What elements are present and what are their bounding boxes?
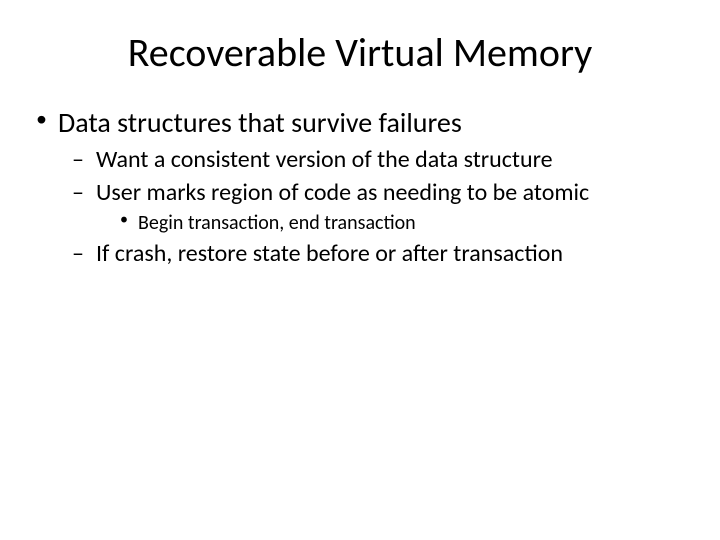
- list-item: Data structures that survive failures Wa…: [30, 105, 690, 270]
- bullet-list-level3: Begin transaction, end transaction: [118, 210, 690, 236]
- bullet-list-level2: Want a consistent version of the data st…: [72, 144, 690, 270]
- list-item: If crash, restore state before or after …: [72, 238, 690, 269]
- list-item: Begin transaction, end transaction: [118, 210, 690, 236]
- bullet-list-level1: Data structures that survive failures Wa…: [30, 105, 690, 270]
- list-item: Want a consistent version of the data st…: [72, 144, 690, 175]
- bullet-text: User marks region of code as needing to …: [96, 178, 589, 207]
- bullet-text: Data structures that survive failures: [58, 105, 462, 140]
- list-item: User marks region of code as needing to …: [72, 177, 690, 236]
- bullet-text: If crash, restore state before or after …: [96, 239, 563, 268]
- bullet-text: Begin transaction, end transaction: [138, 211, 416, 235]
- slide: Recoverable Virtual Memory Data structur…: [0, 0, 720, 540]
- slide-title: Recoverable Virtual Memory: [30, 28, 690, 77]
- bullet-text: Want a consistent version of the data st…: [96, 145, 553, 174]
